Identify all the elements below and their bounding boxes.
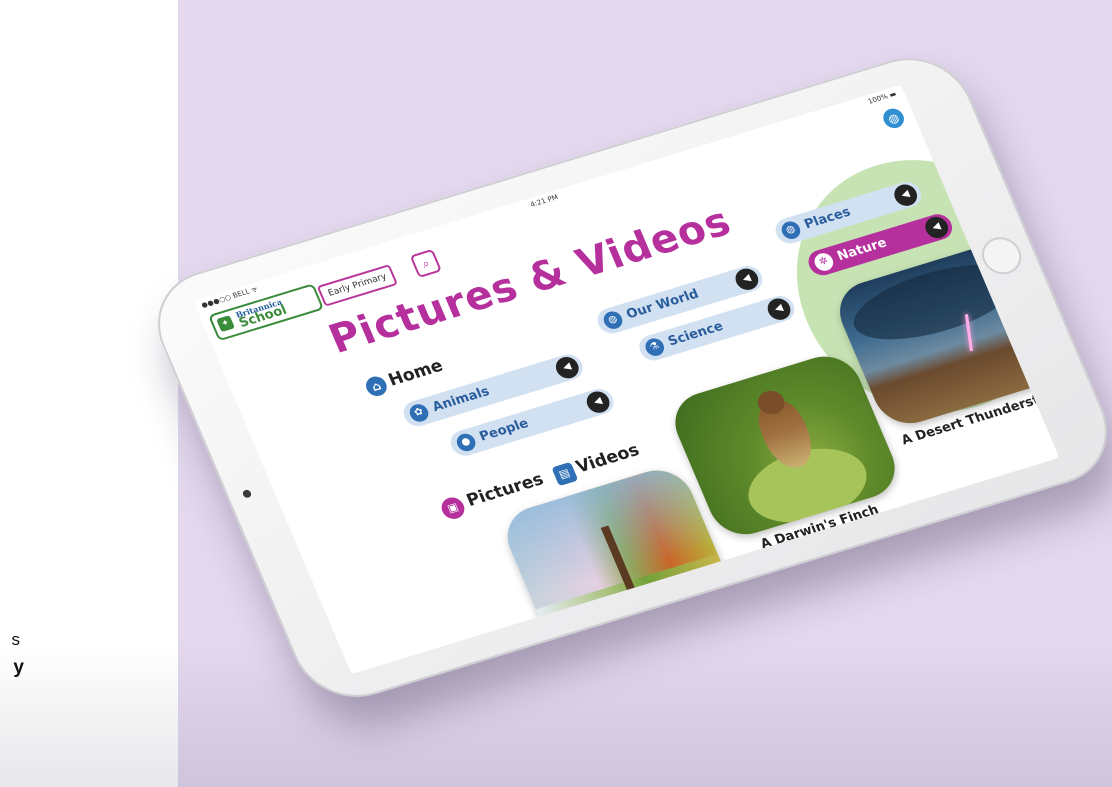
home-link[interactable]: ⌂ Home — [362, 356, 446, 399]
clock-label: 4:21 PM — [529, 193, 560, 209]
magnifier-icon: ⌕ — [419, 255, 432, 271]
side-caption-line1: s — [11, 630, 21, 649]
speaker-icon[interactable]: ◀ — [764, 295, 794, 323]
flask-icon: ⚗ — [642, 336, 667, 359]
globe-icon: ◍ — [885, 110, 902, 127]
speaker-icon[interactable]: ◀ — [732, 265, 762, 293]
logo-mark-icon: ✦ — [216, 315, 235, 333]
speaker-icon[interactable]: ◀ — [890, 181, 921, 209]
speaker-icon[interactable]: ◀ — [552, 354, 583, 382]
search-button[interactable]: ⌕ — [409, 248, 442, 279]
category-label: Our World — [624, 286, 702, 323]
house-icon: ⌂ — [362, 374, 390, 399]
film-icon: ▤ — [551, 461, 579, 487]
paw-icon: ✿ — [406, 401, 432, 424]
tab-videos[interactable]: Videos — [573, 440, 642, 477]
picture-icon: ▣ — [438, 494, 468, 522]
globe-stand-icon: ◍ — [778, 219, 804, 242]
language-button[interactable]: ◍ — [880, 106, 908, 131]
category-label: Animals — [430, 384, 492, 416]
tab-pictures[interactable]: Pictures — [464, 469, 547, 510]
left-white-panel — [0, 0, 178, 787]
home-label: Home — [385, 355, 447, 391]
leaf-icon: ✲ — [811, 251, 837, 273]
side-caption-line2: y — [13, 657, 24, 678]
battery-label: 100% ▬ — [866, 89, 898, 106]
camera-icon — [241, 488, 253, 499]
speaker-icon[interactable]: ◀ — [583, 388, 613, 416]
speaker-icon[interactable]: ◀ — [921, 214, 952, 241]
category-label: Science — [665, 318, 726, 350]
category-label: People — [477, 416, 531, 445]
globe-icon: ◍ — [600, 309, 626, 332]
person-icon: ● — [454, 431, 479, 454]
home-button[interactable] — [976, 232, 1028, 279]
